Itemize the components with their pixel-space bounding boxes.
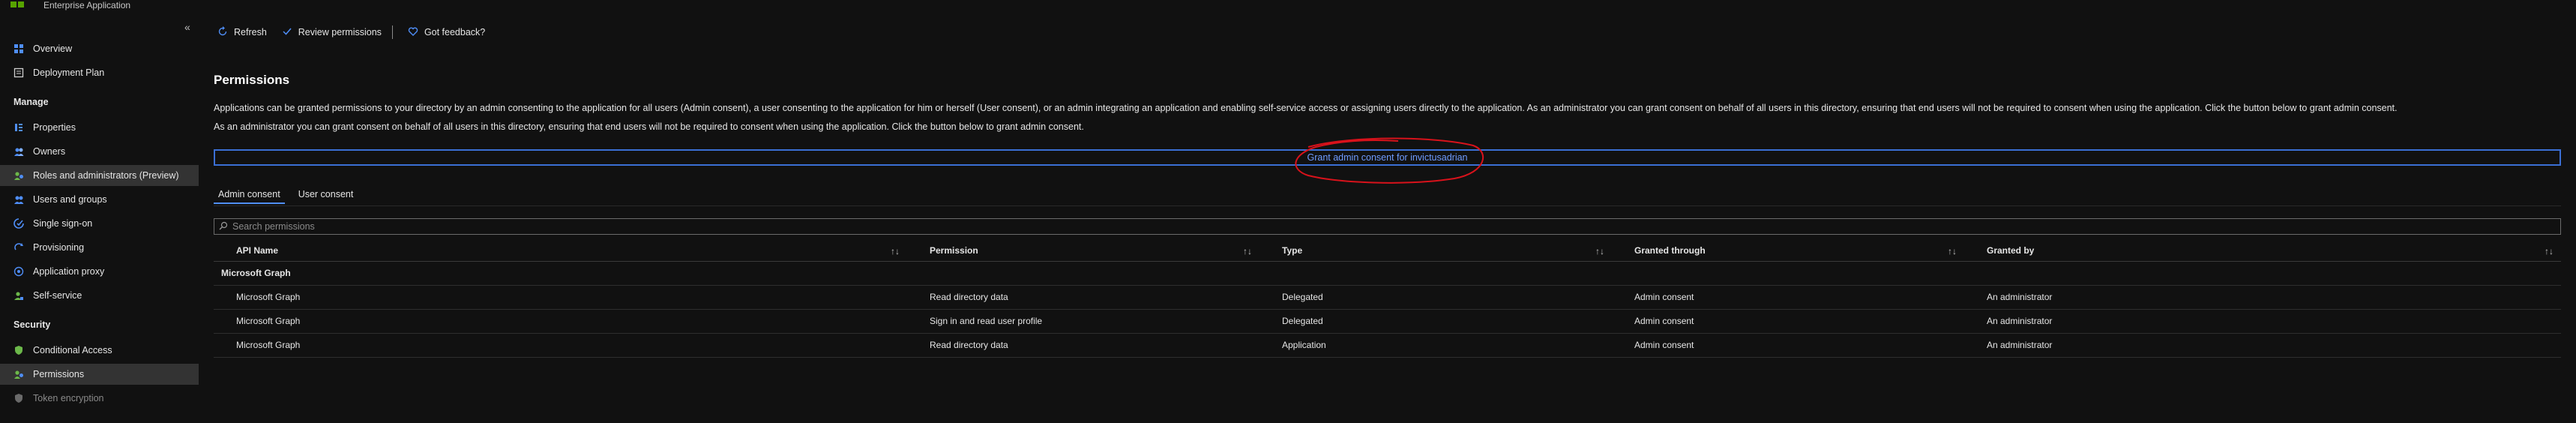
people-icon: [13, 146, 24, 157]
column-header-type: Type ↑↓: [1260, 240, 1612, 262]
app-header: Enterprise Application: [0, 0, 199, 14]
sidebar-item-single-sign-on[interactable]: Single sign-on: [0, 213, 199, 234]
sidebar-item-label: Provisioning: [33, 242, 85, 253]
sidebar-item-overview[interactable]: Overview: [0, 38, 199, 59]
users-groups-icon: [13, 194, 24, 205]
sidebar-item-deployment-plan[interactable]: Deployment Plan: [0, 62, 199, 83]
cell-permission: Sign in and read user profile: [907, 309, 1260, 334]
sidebar-item-application-proxy[interactable]: Application proxy: [0, 261, 199, 282]
sidebar-item-label: Overview: [33, 44, 73, 54]
sort-icon[interactable]: ↑↓: [1243, 246, 1252, 256]
sidebar-item-properties[interactable]: Properties: [0, 117, 199, 138]
search-box: [214, 218, 2561, 235]
sidebar-item-conditional-access[interactable]: Conditional Access: [0, 340, 199, 361]
grant-admin-consent-button[interactable]: Grant admin consent for invictusadrian: [214, 149, 2561, 166]
cell-type: Application: [1260, 333, 1612, 358]
permissions-table: API Name ↑↓ Permission ↑↓ Type ↑↓ Granted t…: [214, 240, 2561, 358]
cell-granted-through: Admin consent: [1612, 285, 1964, 310]
sidebar-item-label: Users and groups: [33, 194, 107, 205]
cell-api-name: Microsoft Graph: [214, 309, 907, 334]
cell-type: Delegated: [1260, 285, 1612, 310]
tab-user-consent[interactable]: User consent: [294, 189, 358, 204]
cell-granted-through: Admin consent: [1612, 333, 1964, 358]
sidebar-item-label: Application proxy: [33, 266, 105, 277]
group-label: Microsoft Graph: [214, 261, 2561, 286]
sidebar-item-self-service[interactable]: Self-service: [0, 285, 199, 306]
self-service-icon: [13, 290, 24, 301]
sidebar-item-label: Conditional Access: [33, 345, 112, 356]
sidebar-item-provisioning[interactable]: Provisioning: [0, 237, 199, 258]
sidebar-item-label: Properties: [33, 122, 76, 133]
cell-permission: Read directory data: [907, 285, 1260, 310]
sidebar-item-label: Owners: [33, 146, 66, 157]
cell-type: Delegated: [1260, 309, 1612, 334]
table-header-row: API Name ↑↓ Permission ↑↓ Type ↑↓ Granted t…: [214, 240, 2561, 262]
column-header-api-name: API Name ↑↓: [214, 240, 907, 262]
column-header-granted-by: Granted by ↑↓: [1964, 240, 2561, 262]
sidebar-item-roles-and-administrators[interactable]: Roles and administrators (Preview): [0, 165, 199, 186]
column-header-permission: Permission ↑↓: [907, 240, 1260, 262]
sidebar-item-label: Deployment Plan: [33, 68, 105, 78]
sidebar-item-label: Roles and administrators (Preview): [33, 170, 179, 181]
book-icon: [13, 68, 24, 78]
roles-icon: [13, 170, 24, 181]
app-proxy-icon: [13, 266, 24, 277]
sidebar-item-owners[interactable]: Owners: [0, 141, 199, 162]
conditional-access-icon: [13, 345, 24, 356]
sort-icon[interactable]: ↑↓: [1948, 246, 1957, 256]
sidebar-item-label: Permissions: [33, 369, 85, 380]
section-title-manage: Manage: [13, 97, 49, 107]
search-icon: [219, 221, 228, 232]
sidebar-item-label: Self-service: [33, 290, 82, 301]
cell-api-name: Microsoft Graph: [214, 285, 907, 310]
cell-granted-by: An administrator: [1964, 333, 2561, 358]
permissions-icon: [13, 369, 24, 380]
sort-icon[interactable]: ↑↓: [891, 246, 900, 256]
cell-api-name: Microsoft Graph: [214, 333, 907, 358]
app-subtitle: Enterprise Application: [43, 0, 131, 10]
section-title-security: Security: [13, 320, 51, 330]
sidebar: Enterprise Application « Overview Deploy…: [0, 0, 199, 423]
search-input[interactable]: [232, 221, 2482, 232]
description-paragraph-1: Applications can be granted permissions …: [214, 103, 2398, 113]
cell-granted-through: Admin consent: [1612, 309, 1964, 334]
main-content: Permissions Applications can be granted …: [214, 0, 2561, 423]
tab-admin-consent[interactable]: Admin consent: [214, 189, 285, 204]
app-logo-icon: [10, 0, 25, 9]
shield-icon: [13, 393, 24, 404]
sso-icon: [13, 218, 24, 229]
sort-icon[interactable]: ↑↓: [1595, 246, 1604, 256]
column-header-granted-through: Granted through ↑↓: [1612, 240, 1964, 262]
sidebar-item-label: Token encryption: [33, 393, 104, 404]
description-paragraph-2: As an administrator you can grant consen…: [214, 122, 1084, 132]
provisioning-icon: [13, 242, 24, 253]
grid-icon: [13, 44, 24, 54]
sidebar-item-label: Single sign-on: [33, 218, 93, 229]
sort-icon[interactable]: ↑↓: [2545, 246, 2554, 256]
collapse-sidebar-button[interactable]: «: [184, 21, 190, 33]
sidebar-item-permissions[interactable]: Permissions: [0, 364, 199, 385]
cell-permission: Read directory data: [907, 333, 1260, 358]
cell-granted-by: An administrator: [1964, 309, 2561, 334]
sidebar-item-users-and-groups[interactable]: Users and groups: [0, 189, 199, 210]
table-row[interactable]: Microsoft Graph Read directory data Appl…: [214, 333, 2561, 358]
table-group-row[interactable]: Microsoft Graph: [214, 261, 2561, 286]
properties-icon: [13, 122, 24, 133]
consent-tabs: Admin consent User consent: [214, 189, 367, 204]
cell-granted-by: An administrator: [1964, 285, 2561, 310]
sidebar-item-token-encryption[interactable]: Token encryption: [0, 388, 199, 409]
table-row[interactable]: Microsoft Graph Read directory data Dele…: [214, 285, 2561, 310]
page-title: Permissions: [214, 73, 290, 87]
table-row[interactable]: Microsoft Graph Sign in and read user pr…: [214, 309, 2561, 334]
